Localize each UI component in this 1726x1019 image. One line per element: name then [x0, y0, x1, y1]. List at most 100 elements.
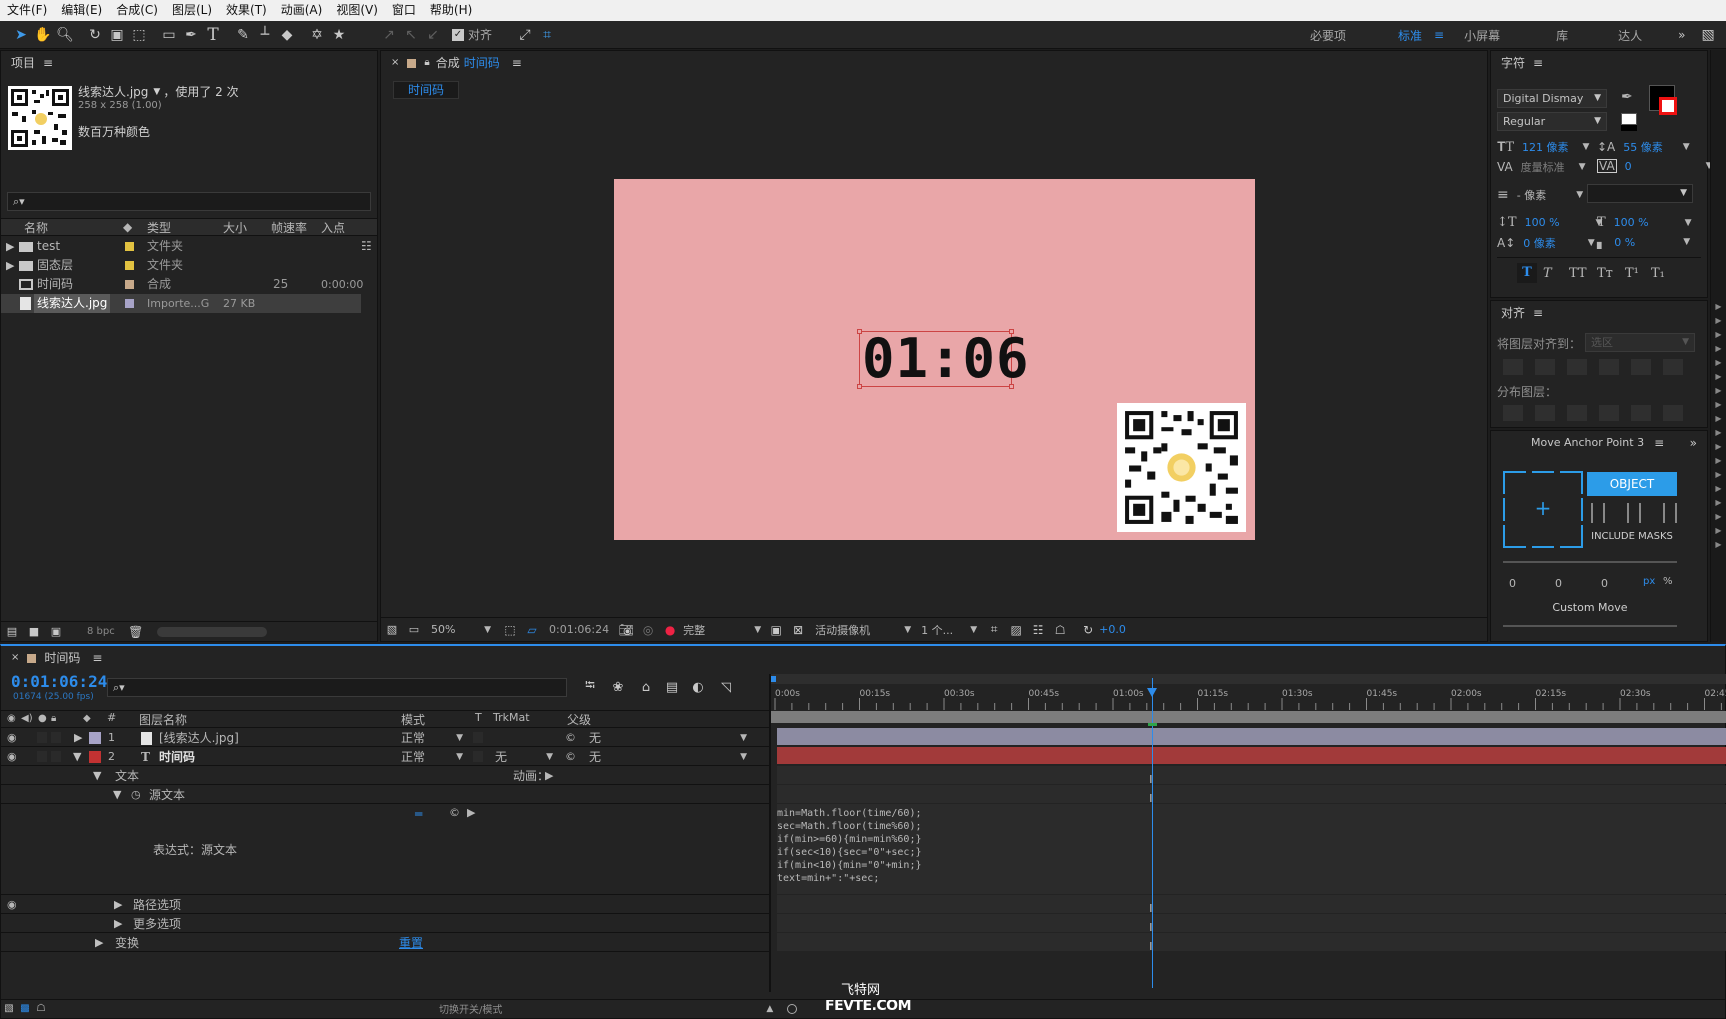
transparency-grid-icon[interactable]: ▣ [765, 619, 787, 641]
clone-stamp-tool-icon[interactable]: ┴ [254, 24, 276, 46]
timeline-tab[interactable]: × 时间码 ≡ [1, 646, 1725, 670]
preserve-transparency-box[interactable] [473, 732, 483, 743]
selection-tool-icon[interactable]: ➤ [10, 24, 32, 46]
list-item[interactable]: 线索达人.jpg Importe...G 27 KB [1, 294, 361, 313]
anchor-top-right[interactable] [1560, 471, 1583, 494]
playhead-handle-icon[interactable] [1147, 688, 1158, 697]
in-out-panes-icon[interactable]: ☖ [33, 998, 49, 1019]
anchor-z-field[interactable]: 0 [1601, 577, 1608, 590]
hold-keyframe-icon[interactable]: I [1149, 940, 1152, 953]
property-row-text[interactable]: ▼ 文本 动画： ▶︎ [1, 767, 769, 785]
expression-language-menu-icon[interactable]: ▶︎ [467, 806, 475, 819]
object-button[interactable]: OBJECT [1587, 472, 1677, 496]
small-caps-button[interactable]: Tт [1597, 266, 1625, 281]
views-dropdown[interactable]: 1 个... ▼ [921, 622, 977, 638]
font-style-dropdown[interactable]: Regular ▼ [1497, 112, 1607, 131]
distribute-top-icon[interactable] [1503, 405, 1523, 421]
tsume-field[interactable]: ▖ 0 % ▼ [1597, 235, 1690, 249]
align-tab[interactable]: 对齐 ≡ [1491, 301, 1707, 325]
video-switch-icon[interactable]: ◉ [7, 713, 16, 724]
comp-canvas[interactable]: 01:06 [614, 179, 1255, 540]
label-tag-icon[interactable]: ◆ [123, 220, 132, 234]
table-row[interactable]: ◉ ▶ 1 [线索达人.jpg] 正常 ▼ © 无 ▼ [1, 729, 769, 747]
panel-menu-icon[interactable]: ≡ [1654, 431, 1664, 455]
tracking-field[interactable]: VA0▼ [1597, 159, 1713, 173]
flowchart-icon[interactable]: ☖ [1049, 619, 1071, 641]
current-timecode[interactable]: 0:01:06:24 [11, 672, 107, 691]
align-hcenter-icon[interactable] [1535, 359, 1555, 375]
snapshot-icon[interactable]: 📷︎ [615, 619, 637, 641]
panel-menu-icon[interactable]: ≡ [512, 51, 522, 75]
anchor-top-left[interactable] [1503, 471, 1526, 494]
show-snapshot-icon[interactable]: ◎ [637, 619, 659, 641]
playhead[interactable]: I I I I I [1147, 678, 1158, 988]
solo-box[interactable] [37, 732, 47, 743]
overflow-chevron-icon[interactable]: » [1690, 431, 1697, 455]
distribute-right-icon[interactable] [1663, 405, 1683, 421]
type-tool-icon[interactable]: T [202, 24, 224, 46]
motion-blur-icon[interactable]: ◐ [687, 676, 709, 698]
kerning-field[interactable]: VA 度量标准 ▼ [1497, 159, 1586, 175]
trkmat-dropdown[interactable]: 无 ▼ [495, 748, 553, 766]
project-search-input[interactable]: ⌕▾ [7, 192, 371, 211]
dropdown-arrow-icon[interactable]: ▼ [153, 87, 160, 97]
anchor-top-center[interactable] [1531, 471, 1555, 494]
zoom-dropdown[interactable]: 50% ▼ [431, 623, 491, 636]
time-navigator[interactable] [771, 711, 1726, 723]
menu-file[interactable]: 文件(F) [0, 0, 54, 21]
menu-layer[interactable]: 图层(L) [165, 0, 219, 21]
faux-italic-button[interactable]: T [1543, 266, 1569, 281]
workspace-small-screen[interactable]: 小屏幕 [1464, 27, 1500, 44]
layer-bar-qr[interactable] [777, 728, 1726, 745]
reset-exposure-icon[interactable]: ↻ [1077, 619, 1099, 641]
faux-bold-button[interactable]: T [1517, 263, 1537, 283]
graph-editor-icon[interactable]: ◹ [715, 676, 737, 698]
col-size[interactable]: 大小 [223, 219, 247, 236]
channel-icon[interactable]: ● [659, 619, 681, 641]
hold-keyframe-icon[interactable]: I [1149, 902, 1152, 915]
col-preserve-transparency[interactable]: T [475, 711, 482, 724]
list-item[interactable]: ▶ test 文件夹 ☷ [1, 237, 377, 256]
font-family-dropdown[interactable]: Digital Dismay ▼ [1497, 89, 1607, 108]
always-preview-icon[interactable]: ▧ [381, 619, 403, 641]
expression-code[interactable]: min=Math.floor(time/60); sec=Math.floor(… [777, 804, 1726, 885]
col-layer-name[interactable]: 图层名称 [139, 711, 187, 728]
anchor-y-field[interactable]: 0 [1555, 577, 1562, 590]
transfer-controls-icon[interactable]: ▩ [17, 998, 33, 1019]
hold-keyframe-icon[interactable]: I [1149, 773, 1152, 786]
region-of-interest-icon[interactable]: ▱ [521, 619, 543, 641]
pen-tool-icon[interactable]: ✒ [180, 24, 202, 46]
table-row[interactable]: ◉ ▼ 2 T 时间码 正常 ▼ 无 ▼ © 无 ▼ [1, 748, 769, 766]
parent-dropdown[interactable]: 无 ▼ [589, 748, 747, 766]
col-parent[interactable]: 父级 [567, 711, 591, 728]
draft-3d-icon[interactable]: ❀ [607, 676, 629, 698]
interpret-footage-icon[interactable]: ▤ [1, 621, 23, 643]
close-icon[interactable]: × [11, 646, 19, 670]
distribute-bottom-icon[interactable] [1567, 405, 1587, 421]
timeline-search-input[interactable]: ⌕▾ [107, 678, 567, 697]
anchor-bottom-center[interactable] [1531, 525, 1555, 548]
fast-previews-icon[interactable]: ▨ [1005, 619, 1027, 641]
col-trkmat[interactable]: TrkMat [493, 711, 530, 724]
col-name[interactable]: 名称 [24, 219, 48, 236]
superscript-button[interactable]: T¹ [1625, 266, 1651, 281]
stroke-color-swatch[interactable] [1659, 97, 1677, 115]
layer-name[interactable]: [线索达人.jpg] [159, 729, 239, 747]
property-row-transform[interactable]: ▶ 变换 重置 [1, 934, 769, 952]
property-row-path-options[interactable]: ◉ ▶ 路径选项 [1, 896, 769, 914]
timeline-icon[interactable]: ☷ [1027, 619, 1049, 641]
property-row-source-text[interactable]: ▼ ◷ 源文本 [1, 786, 769, 804]
hold-keyframe-icon[interactable]: I [1149, 921, 1152, 934]
new-folder-icon[interactable]: ■ [23, 621, 45, 643]
all-caps-button[interactable]: TT [1569, 266, 1597, 281]
workspace-expert[interactable]: 达人 [1618, 27, 1642, 44]
mode-dropdown[interactable]: 正常 ▼ [401, 729, 463, 747]
collapse-arrow-icon[interactable]: ▼ [93, 767, 101, 785]
anchor-bottom-left[interactable] [1503, 525, 1526, 548]
snap-grid-icon[interactable]: ⌗ [536, 24, 558, 46]
include-masks-button[interactable]: INCLUDE MASKS [1587, 531, 1677, 542]
anchor-center[interactable]: + [1532, 498, 1555, 521]
col-in[interactable]: 入点 [321, 219, 345, 236]
solo-box[interactable] [37, 751, 47, 762]
layer-name[interactable]: 时间码 [159, 748, 195, 766]
